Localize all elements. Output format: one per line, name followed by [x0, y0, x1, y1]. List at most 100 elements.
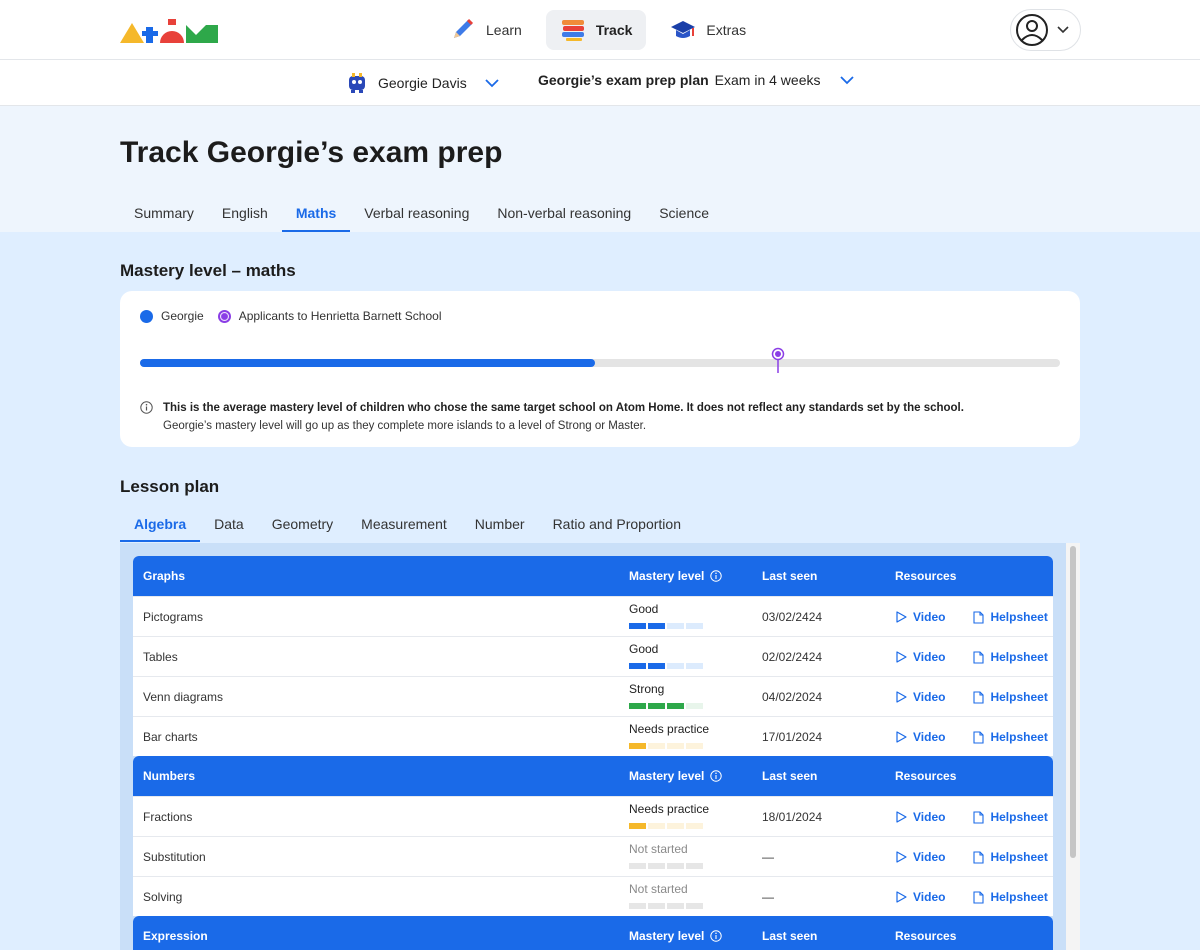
mastery-indicator: Good — [629, 641, 703, 669]
tab-measurement[interactable]: Measurement — [347, 510, 461, 542]
scrollbar[interactable] — [1066, 543, 1080, 950]
main-nav: Learn Track Extras — [436, 10, 760, 50]
atom-logo[interactable] — [120, 17, 220, 45]
mastery-bars — [629, 823, 709, 829]
child-avatar-icon — [349, 73, 365, 93]
mastery-segment — [648, 623, 665, 629]
nav-extras-label: Extras — [706, 22, 747, 38]
helpsheet-link[interactable]: Helpsheet — [990, 610, 1047, 624]
mastery-heading: Mastery level – maths — [120, 261, 296, 280]
document-icon — [973, 810, 985, 824]
legend-applicants: Applicants to Henrietta Barnett School — [238, 309, 442, 323]
mastery-segment — [629, 903, 646, 909]
last-seen-date: 03/02/2424 — [762, 610, 823, 624]
legend-child: Georgie — [161, 309, 204, 323]
mastery-label: Needs practice — [629, 722, 710, 736]
mastery-segment — [686, 703, 703, 709]
video-link[interactable]: Video — [913, 690, 945, 704]
resources-column-header: Resources — [895, 769, 957, 783]
top-nav: Learn Track Extras — [0, 0, 1200, 60]
tab-verbal-reasoning[interactable]: Verbal reasoning — [350, 196, 483, 232]
topic-name: Fractions — [143, 810, 193, 824]
video-link[interactable]: Video — [913, 810, 945, 824]
mastery-indicator: Strong — [629, 681, 703, 709]
helpsheet-link[interactable]: Helpsheet — [990, 850, 1047, 864]
tab-number[interactable]: Number — [461, 510, 539, 542]
lesson-group: Graphs Mastery level Last seen Resources Pic… — [133, 556, 1053, 756]
nav-track[interactable]: Track — [545, 10, 647, 50]
page-header: Track Georgie’s exam prep Summary Englis… — [0, 106, 1200, 232]
mastery-indicator: Not started — [629, 881, 703, 909]
mastery-segment — [667, 743, 684, 749]
helpsheet-link[interactable]: Helpsheet — [990, 690, 1047, 704]
video-link[interactable]: Video — [913, 890, 945, 904]
mastery-bars — [629, 743, 709, 749]
chevron-down-icon — [485, 78, 499, 87]
group-header: Graphs Mastery level Last seen Resources — [133, 556, 1053, 596]
helpsheet-link[interactable]: Helpsheet — [990, 810, 1047, 824]
tab-algebra[interactable]: Algebra — [120, 510, 201, 542]
last-seen-date: — — [762, 850, 774, 864]
nav-learn[interactable]: Learn — [436, 10, 536, 50]
mastery-segment — [648, 663, 665, 669]
lesson-table: Graphs Mastery level Last seen Resources Pic… — [133, 556, 1053, 950]
mastery-segment — [686, 863, 703, 869]
mastery-legend: Georgie Applicants to Henrietta Barnett … — [140, 309, 441, 323]
nav-learn-label: Learn — [486, 22, 522, 38]
mastery-note-text: Georgie’s mastery level will go up as th… — [163, 420, 647, 432]
books-icon — [561, 20, 584, 41]
mastery-note-bold: This is the average mastery level of chi… — [163, 402, 964, 414]
mastery-bars — [629, 663, 703, 669]
scrollbar-thumb[interactable] — [1070, 546, 1076, 858]
lesson-group: Numbers Mastery level Last seen Resources Fr… — [133, 756, 1053, 916]
info-icon[interactable] — [710, 770, 723, 782]
sub-nav: Georgie Davis Georgie’s exam prep plan E… — [0, 60, 1200, 106]
mastery-bars — [629, 863, 703, 869]
video-link[interactable]: Video — [913, 610, 945, 624]
document-icon — [973, 650, 985, 664]
last-seen-date: 02/02/2424 — [762, 650, 823, 664]
tab-ratio-and-proportion[interactable]: Ratio and Proportion — [539, 510, 695, 542]
tab-summary[interactable]: Summary — [120, 196, 208, 232]
helpsheet-link[interactable]: Helpsheet — [990, 890, 1047, 904]
document-icon — [973, 610, 985, 624]
info-icon[interactable] — [710, 570, 723, 582]
last-seen-date: 18/01/2024 — [762, 810, 823, 824]
tab-data[interactable]: Data — [200, 510, 258, 542]
account-menu[interactable] — [1010, 9, 1081, 51]
video-link[interactable]: Video — [913, 850, 945, 864]
tab-geometry[interactable]: Geometry — [258, 510, 347, 542]
subject-tabs: Summary English Maths Verbal reasoning N… — [120, 196, 723, 232]
tab-english[interactable]: English — [208, 196, 282, 232]
last-seen-date: 04/02/2024 — [762, 690, 823, 704]
child-legend-dot — [140, 309, 153, 323]
mastery-column-label: Mastery level — [629, 569, 705, 583]
child-mastery-fill — [140, 359, 596, 367]
info-icon[interactable] — [710, 930, 723, 942]
helpsheet-link[interactable]: Helpsheet — [990, 650, 1047, 664]
mastery-segment — [629, 663, 646, 669]
mastery-indicator: Needs practice — [629, 801, 709, 829]
mastery-label: Not started — [629, 842, 688, 856]
child-name: Georgie Davis — [378, 75, 467, 91]
nav-extras[interactable]: Extras — [656, 10, 760, 50]
mastery-segment — [667, 663, 684, 669]
plan-selector[interactable]: Georgie’s exam prep plan Exam in 4 weeks — [538, 72, 855, 88]
resources: Video Helpsheet — [895, 797, 1048, 837]
tab-maths[interactable]: Maths — [281, 196, 351, 232]
video-link[interactable]: Video — [913, 730, 945, 744]
child-selector[interactable]: Georgie Davis — [346, 72, 499, 94]
mastery-segment — [686, 743, 703, 749]
mastery-segment — [686, 903, 703, 909]
mastery-segment — [667, 703, 684, 709]
tab-science[interactable]: Science — [645, 196, 723, 232]
mastery-column-header: Mastery level — [629, 916, 723, 950]
tab-non-verbal-reasoning[interactable]: Non-verbal reasoning — [483, 196, 645, 232]
resources: Video Helpsheet — [895, 637, 1048, 677]
topic-name: Bar charts — [143, 730, 198, 744]
mastery-column-label: Mastery level — [629, 929, 705, 943]
helpsheet-link[interactable]: Helpsheet — [990, 730, 1047, 744]
mastery-label: Good — [629, 602, 659, 616]
last-seen-column-header: Last seen — [762, 929, 818, 943]
video-link[interactable]: Video — [913, 650, 945, 664]
